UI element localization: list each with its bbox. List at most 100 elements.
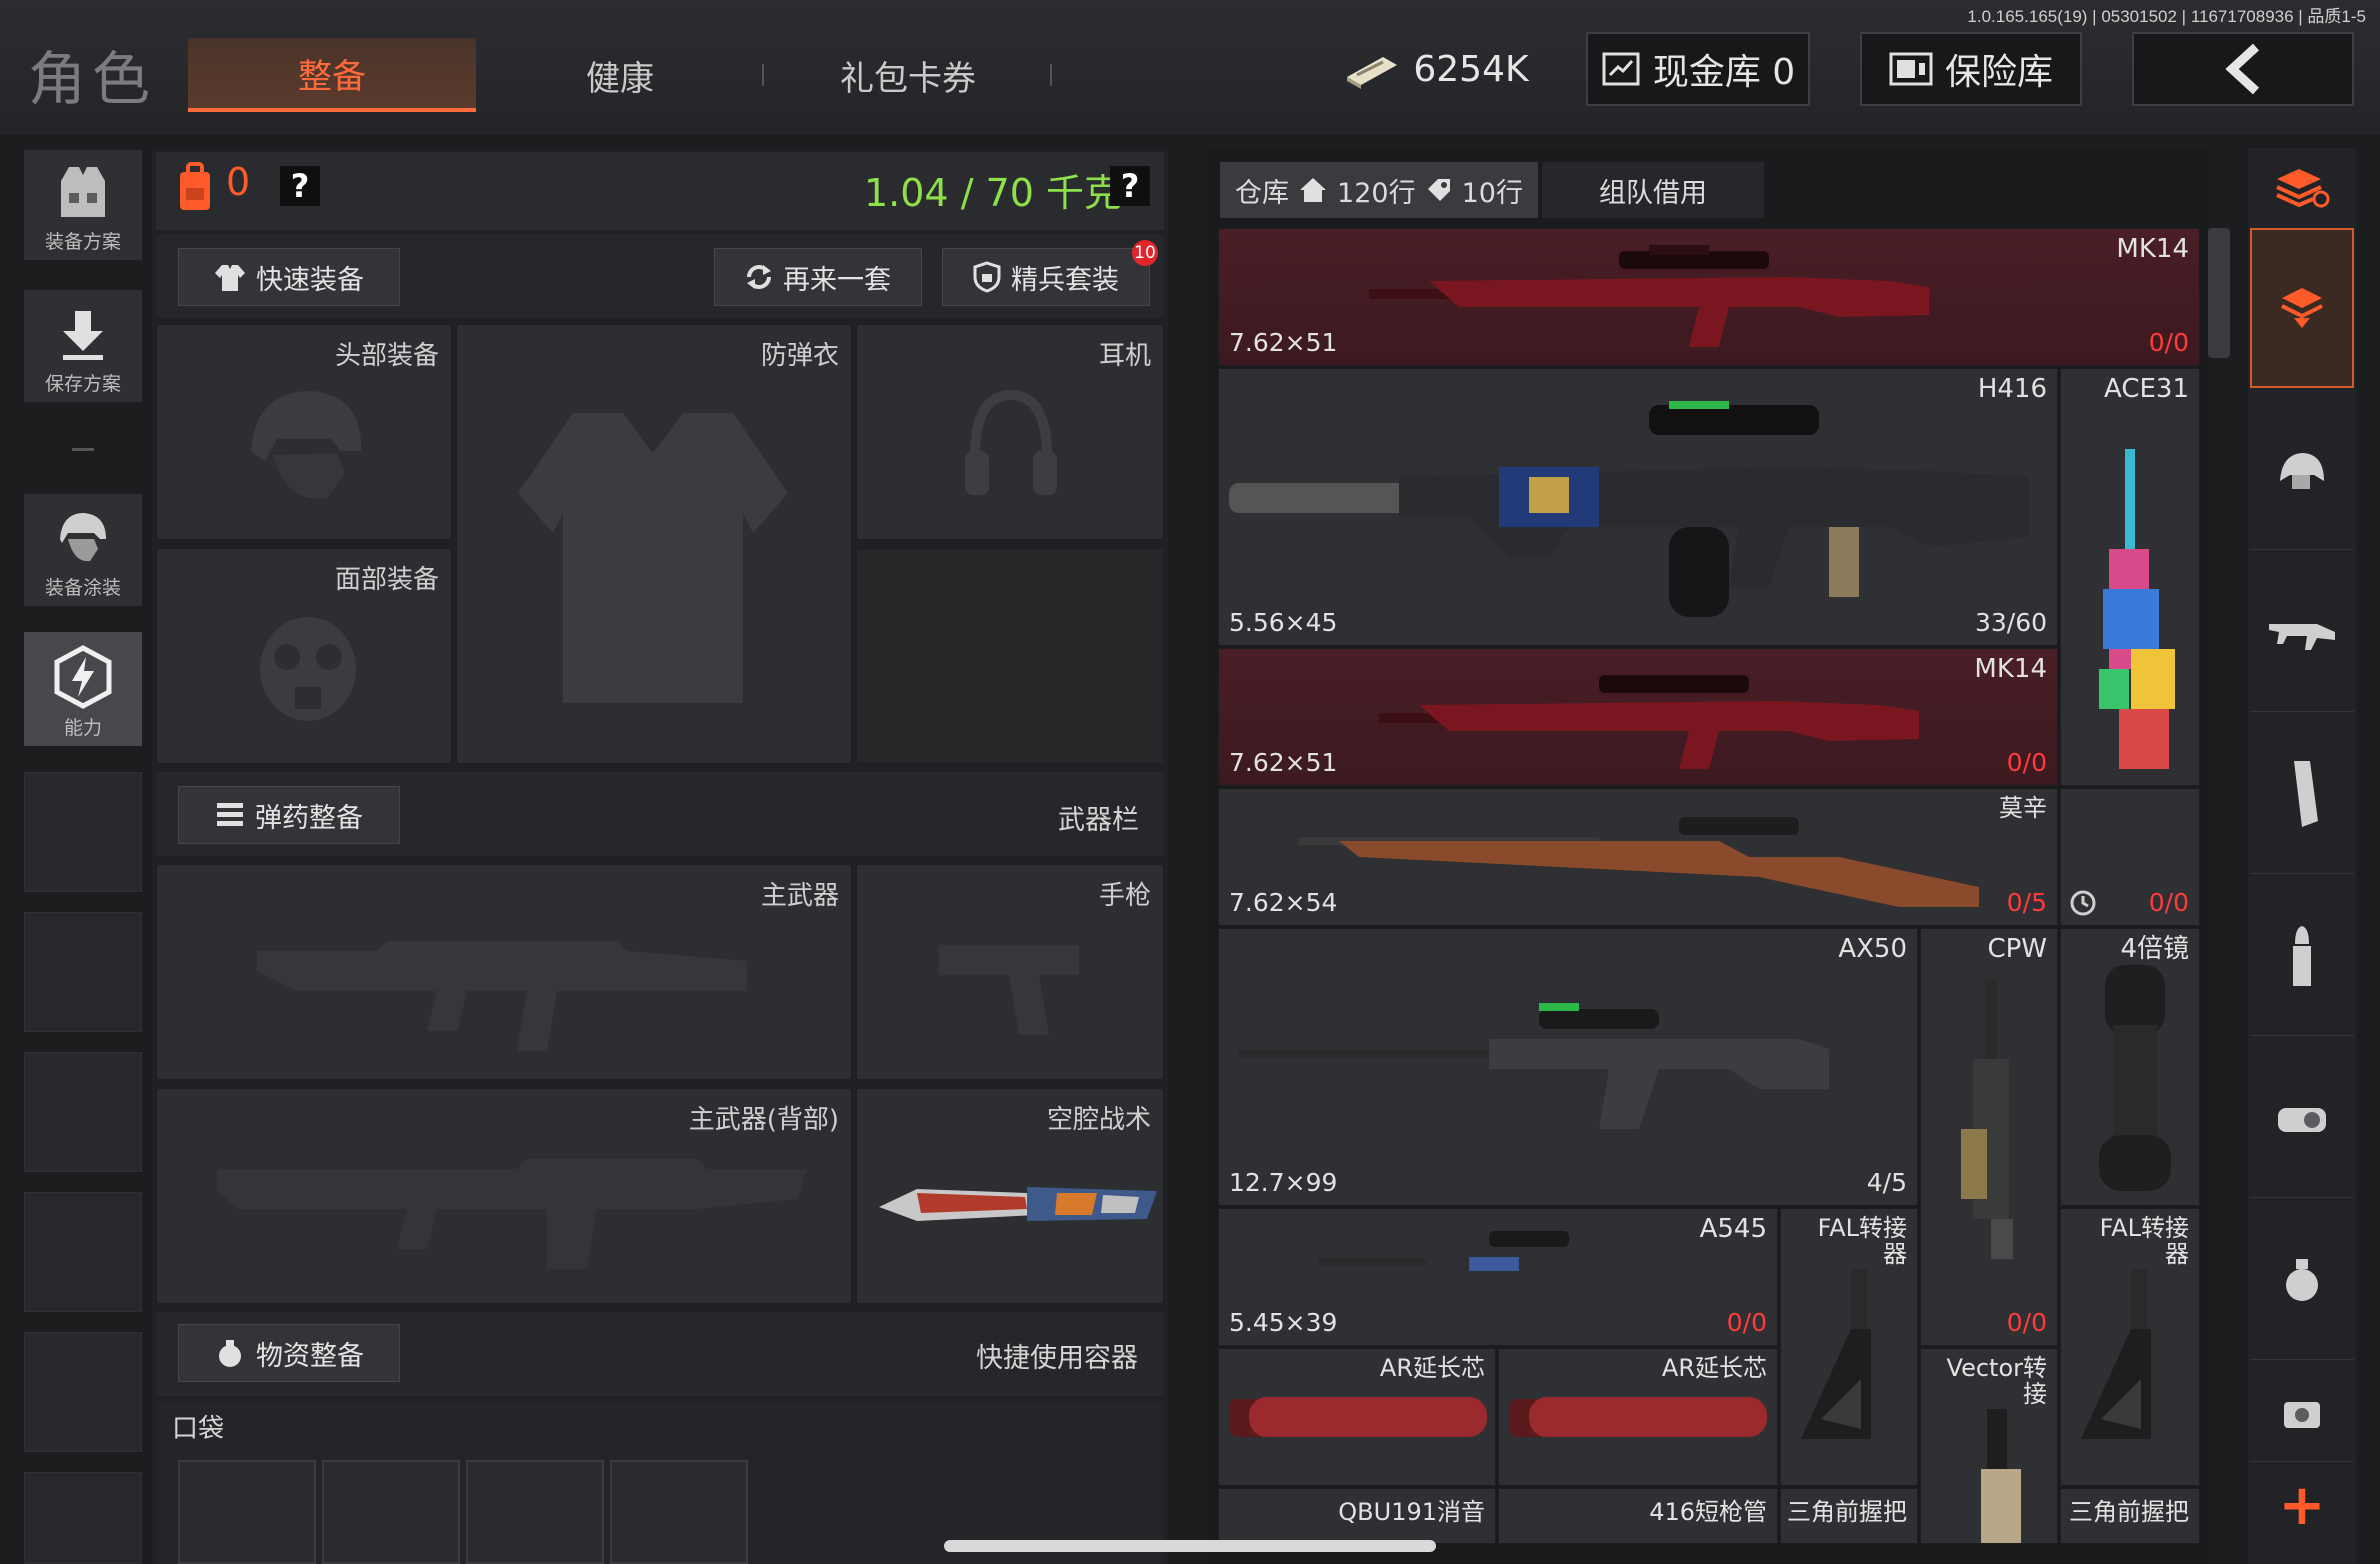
layers-refresh-icon: [2276, 169, 2330, 208]
warehouse-item[interactable]: 416短枪管: [1498, 1488, 1778, 1544]
warehouse-tab[interactable]: 仓库 120行 10行: [1220, 162, 1538, 218]
tag-icon: [1427, 179, 1450, 201]
warehouse-item[interactable]: Vector转接: [1920, 1348, 2058, 1544]
backpack-icon[interactable]: [176, 162, 214, 212]
slot-label: 空腔战术: [1046, 1105, 1151, 1135]
category-throwables[interactable]: [2250, 1200, 2354, 1360]
category-all[interactable]: [2250, 228, 2354, 388]
item-caliber: 7.62×51: [1229, 328, 1338, 357]
warehouse-item[interactable]: AX50 12.7×99 4/5: [1218, 928, 1918, 1206]
category-ammo[interactable]: [2250, 876, 2354, 1036]
another-set-button[interactable]: 再来一套: [714, 248, 922, 306]
warehouse-item[interactable]: H416 5.56×45 33/60: [1218, 368, 2058, 646]
melee-slot[interactable]: 空腔战术: [856, 1088, 1164, 1304]
mk14-rifle-icon: [1369, 245, 1929, 347]
sidebar-item-ability[interactable]: 能力: [24, 632, 142, 746]
ammo-loadout-button[interactable]: 弹药整备: [178, 786, 400, 844]
sidebar-empty-slot: [24, 1332, 142, 1452]
item-name: 三角前握把: [2069, 1498, 2189, 1526]
safe-button[interactable]: 保险库: [1860, 32, 2082, 106]
home-indicator[interactable]: [944, 1540, 1436, 1552]
warehouse-item[interactable]: QBU191消音: [1218, 1488, 1496, 1544]
warehouse-item[interactable]: MK14 7.62×51 0/0: [1218, 648, 2058, 786]
item-name: 莫辛: [1999, 794, 2047, 822]
warehouse-item[interactable]: A545 5.45×39 0/0: [1218, 1208, 1778, 1346]
weight-help-button[interactable]: ?: [1110, 166, 1150, 206]
cpw-smg-icon: [1961, 979, 2013, 1259]
category-rifles[interactable]: [2250, 552, 2354, 712]
cash-vault-icon: [1602, 52, 1640, 86]
tab-equip[interactable]: 整备: [188, 38, 476, 112]
sidebar-item-label: 能力: [63, 717, 102, 739]
quick-equip-button[interactable]: 快速装备: [178, 248, 400, 306]
warehouse-scrollbar[interactable]: [2208, 228, 2230, 358]
sight-icon: [2278, 1107, 2326, 1132]
shield-icon: [973, 261, 1001, 293]
hat-icon: [2280, 452, 2324, 489]
category-sort[interactable]: [2250, 150, 2354, 226]
ace31-rifle-icon: [2099, 449, 2175, 769]
pocket-slot[interactable]: [178, 1460, 316, 1564]
warehouse-item[interactable]: FAL转接器: [1780, 1208, 1918, 1486]
head-gear-slot[interactable]: 头部装备: [156, 324, 452, 540]
slot-label: 耳机: [1098, 341, 1151, 371]
help-button[interactable]: ?: [280, 166, 320, 206]
warehouse-item[interactable]: 莫辛 7.62×54 0/5: [1218, 788, 2058, 926]
elite-set-button[interactable]: 精兵套装: [942, 248, 1150, 306]
buffer-tube-icon: [1509, 1397, 1767, 1437]
warehouse-item[interactable]: FAL转接器: [2060, 1208, 2200, 1486]
back-weapon-slot[interactable]: 主武器(背部): [156, 1088, 852, 1304]
misc-icon: [2284, 1401, 2320, 1428]
warehouse-item[interactable]: CPW 0/0: [1920, 928, 2058, 1346]
sidebar-item-skin[interactable]: 装备涂装: [24, 494, 142, 606]
pocket-label: 口袋: [172, 1414, 225, 1444]
sidebar-item-save-plan[interactable]: 保存方案: [24, 290, 142, 402]
vest-placeholder-icon: [518, 413, 788, 703]
rifle-placeholder-icon: [217, 1159, 807, 1269]
item-name: Vector转接: [1946, 1354, 2047, 1409]
armor-slot[interactable]: 防弹衣: [456, 324, 852, 764]
back-button[interactable]: [2132, 32, 2354, 106]
pistol-placeholder-icon: [939, 945, 1079, 1035]
category-headgear[interactable]: [2250, 390, 2354, 550]
primary-weapon-slot[interactable]: 主武器: [156, 864, 852, 1080]
pocket-slot[interactable]: [466, 1460, 604, 1564]
tab-health[interactable]: 健康: [480, 38, 760, 112]
category-magazines[interactable]: [2250, 714, 2354, 874]
tab-gift[interactable]: 礼包卡券: [768, 38, 1048, 112]
item-name: MK14: [2116, 234, 2189, 264]
cash-vault-button[interactable]: 现金库 0: [1586, 32, 1810, 106]
pistol-slot[interactable]: 手枪: [856, 864, 1164, 1080]
category-attachments[interactable]: [2250, 1038, 2354, 1198]
stock-adapter-icon: [1981, 1409, 2021, 1543]
warehouse-item[interactable]: 0/0: [2060, 788, 2200, 926]
sidebar-item-loadout-plan[interactable]: 装备方案: [24, 150, 142, 260]
chevron-left-icon: [2225, 43, 2260, 95]
add-button[interactable]: +: [2250, 1466, 2354, 1544]
stock-adapter-icon: [1801, 1269, 1871, 1439]
warehouse-item[interactable]: MK14 7.62×51 0/0: [1218, 228, 2200, 366]
pocket-slot[interactable]: [610, 1460, 748, 1564]
pocket-slot[interactable]: [322, 1460, 460, 1564]
item-name: 4倍镜: [2120, 934, 2189, 964]
headset-slot[interactable]: 耳机: [856, 324, 1164, 540]
warehouse-item[interactable]: ACE31: [2060, 368, 2200, 786]
warehouse-item[interactable]: AR延长芯: [1498, 1348, 1778, 1486]
weapon-bar-label: 武器栏: [1058, 805, 1139, 836]
safe-icon: [1889, 52, 1933, 86]
slot-label: 主武器(背部): [688, 1105, 839, 1135]
warehouse-item[interactable]: 三角前握把: [1780, 1488, 1918, 1544]
warehouse-item[interactable]: 三角前握把: [2060, 1488, 2200, 1544]
mk14-rifle-icon: [1379, 675, 1919, 769]
quick-container-label: 快捷使用容器: [976, 1343, 1138, 1374]
category-misc[interactable]: [2250, 1362, 2354, 1462]
warehouse-item[interactable]: AR延长芯: [1218, 1348, 1496, 1486]
money-display: 6254K: [1338, 32, 1534, 106]
grenade-icon: [2286, 1258, 2318, 1301]
supplies-loadout-button[interactable]: 物资整备: [178, 1324, 400, 1382]
slot-label: 手枪: [1098, 881, 1151, 911]
item-name: AX50: [1838, 934, 1907, 964]
warehouse-item[interactable]: 4倍镜: [2060, 928, 2200, 1206]
team-borrow-tab[interactable]: 组队借用: [1542, 162, 1764, 218]
face-gear-slot[interactable]: 面部装备: [156, 548, 452, 764]
